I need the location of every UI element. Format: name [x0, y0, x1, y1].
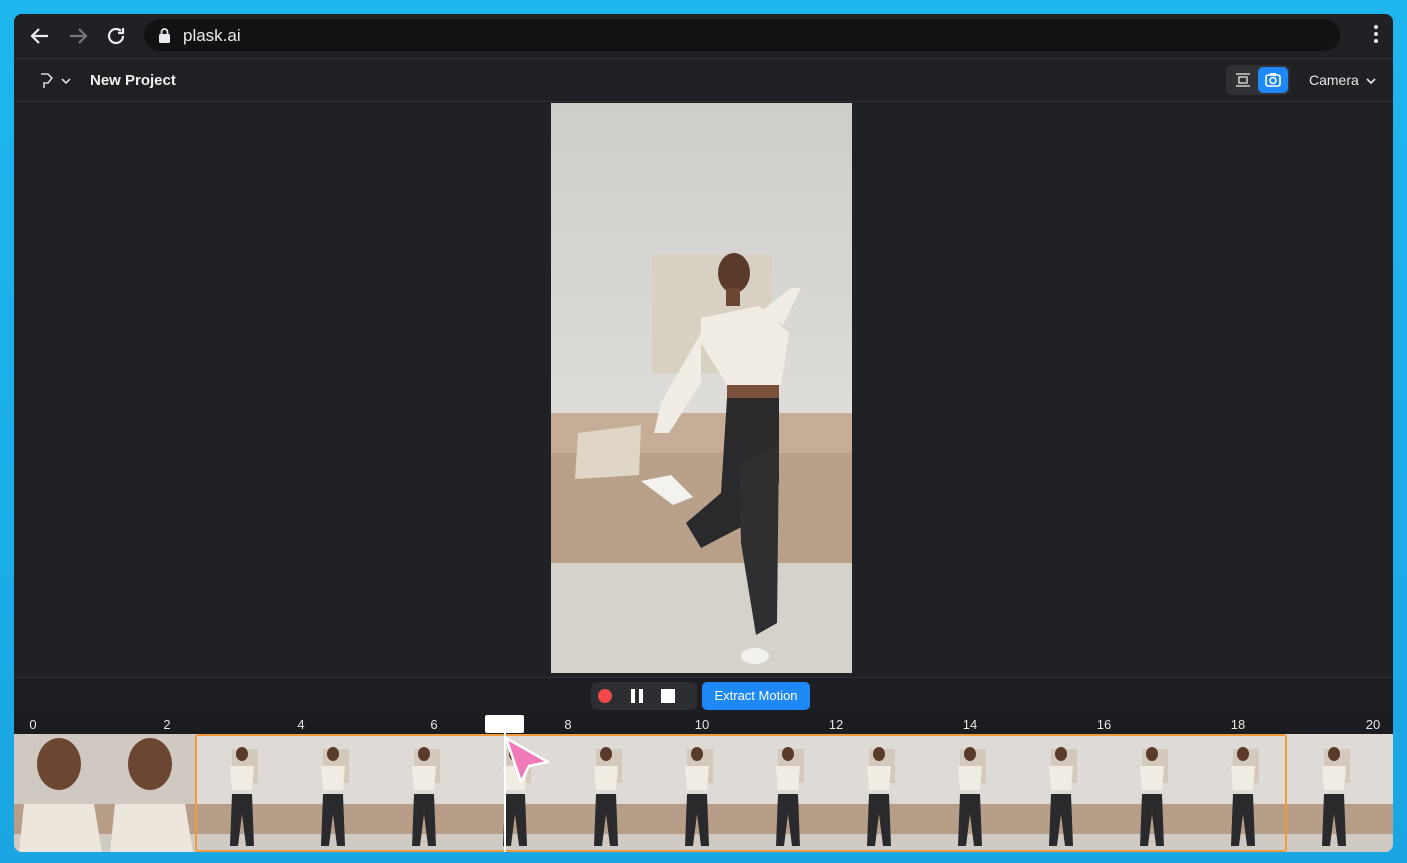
fit-view-button[interactable]: [1228, 67, 1258, 93]
tick-label: 12: [828, 717, 844, 732]
transport-controls: [591, 682, 697, 710]
tick-label: 20: [1365, 717, 1381, 732]
url-text: plask.ai: [183, 26, 241, 45]
dancer-video-image: [551, 103, 852, 673]
tick-label: 2: [163, 717, 171, 732]
extract-motion-button[interactable]: Extract Motion: [702, 682, 810, 710]
logo-menu-button[interactable]: [38, 71, 74, 91]
camera-icon: [1265, 73, 1281, 87]
video-stage: [14, 102, 1393, 688]
stop-icon: [661, 689, 675, 703]
menu-dots-icon[interactable]: [1373, 25, 1379, 47]
tick-label: 8: [564, 717, 572, 732]
tick-label: 6: [430, 717, 438, 732]
forward-arrow-icon[interactable]: [66, 24, 90, 48]
project-title[interactable]: New Project: [90, 72, 176, 89]
tick-label: 18: [1230, 717, 1246, 732]
mouse-pointer-icon: [504, 736, 550, 784]
fit-view-icon: [1236, 73, 1250, 87]
plask-logo-icon: [41, 73, 71, 88]
filmstrip-frame: [1288, 734, 1379, 852]
record-icon: [598, 689, 612, 703]
camera-dropdown-label: Camera: [1309, 72, 1359, 88]
stop-button[interactable]: [661, 689, 675, 708]
filmstrip-frame: [1379, 734, 1393, 852]
filmstrip-frame: [105, 734, 196, 852]
view-mode-toggle: [1226, 65, 1290, 95]
reload-icon[interactable]: [104, 24, 128, 48]
video-preview[interactable]: [551, 103, 852, 673]
trim-selection-range[interactable]: [195, 734, 1287, 852]
playback-controls-bar: Extract Motion: [14, 677, 1393, 716]
tick-label: 16: [1096, 717, 1112, 732]
timeline-ruler[interactable]: 0 2 4 6 8 10 12 14 16 18 20: [14, 714, 1393, 734]
browser-toolbar: plask.ai: [14, 14, 1393, 59]
tick-label: 14: [962, 717, 978, 732]
app-header: New Project Camera: [14, 59, 1393, 102]
back-arrow-icon[interactable]: [28, 24, 52, 48]
filmstrip-frame: [14, 734, 105, 852]
tick-label: 0: [29, 717, 37, 732]
tick-label: 10: [694, 717, 710, 732]
pause-button[interactable]: [630, 689, 644, 708]
playhead-handle[interactable]: [485, 715, 524, 733]
chevron-down-icon: [61, 78, 71, 85]
lock-icon: [159, 28, 170, 43]
tick-label: 4: [297, 717, 305, 732]
address-bar[interactable]: plask.ai: [144, 19, 1340, 51]
browser-window: plask.ai New Project Camera Extract Moti…: [14, 14, 1393, 852]
chevron-down-icon: [1366, 78, 1376, 85]
pause-icon: [631, 689, 643, 703]
camera-view-button[interactable]: [1258, 67, 1288, 93]
camera-dropdown[interactable]: Camera: [1309, 72, 1376, 88]
record-button[interactable]: [598, 689, 612, 708]
